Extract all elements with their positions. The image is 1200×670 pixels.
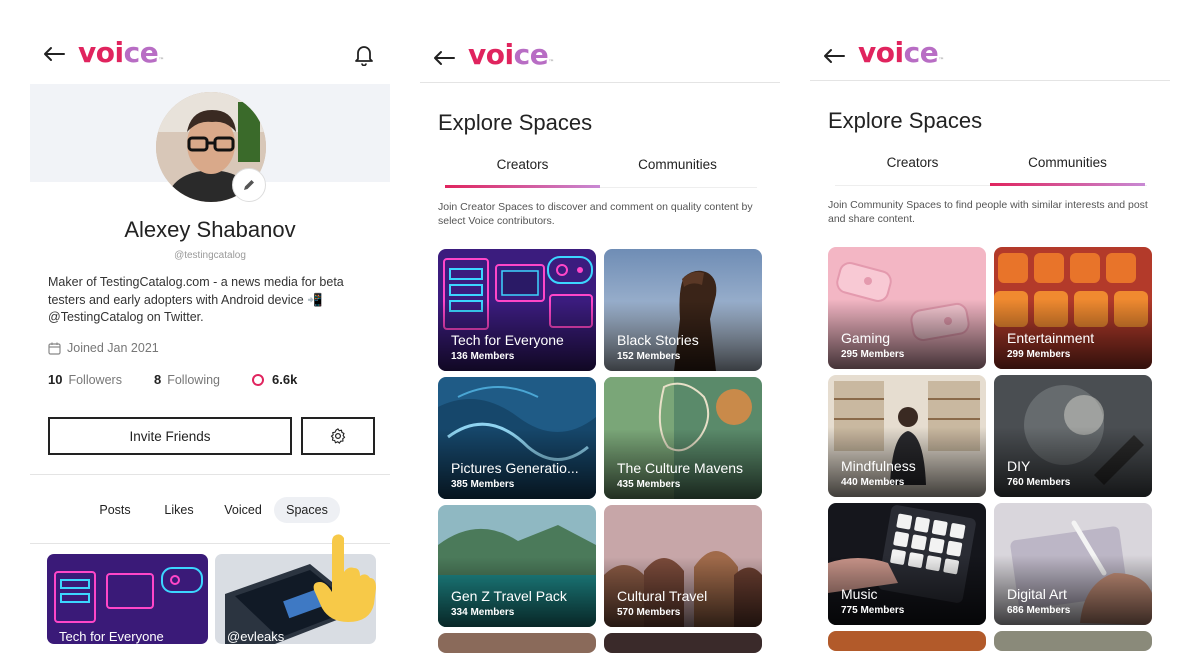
followers-count: 10 <box>48 372 63 387</box>
points-value: 6.6k <box>272 372 298 387</box>
back-arrow-icon[interactable] <box>822 44 846 68</box>
space-card-tech-for-everyone[interactable]: Tech for Everyone 136 Members <box>438 249 596 371</box>
space-card-culture-mavens[interactable]: The Culture Mavens 435 Members <box>604 377 762 499</box>
space-card-pictures-generation[interactable]: Pictures Generatio... 385 Members <box>438 377 596 499</box>
active-tab-indicator <box>990 183 1145 186</box>
card-title: Gaming <box>841 330 891 346</box>
card-title: Cultural Travel <box>617 588 708 604</box>
space-thumb-title: Tech for Everyone <box>59 629 164 644</box>
header-divider <box>420 82 780 83</box>
explore-creators-screen: voice™ Explore Spaces Creators Communiti… <box>420 0 780 670</box>
card-members: 299 Members <box>1007 349 1071 360</box>
tab-communities[interactable]: Communities <box>600 157 755 172</box>
space-card-mindfulness[interactable]: Mindfulness 440 Members <box>828 375 986 497</box>
profile-screen: voice™ Alexey Shabanov @testingcatalog M… <box>30 0 390 670</box>
joined-date: Joined Jan 2021 <box>48 341 159 355</box>
card-title: DIY <box>1007 458 1031 474</box>
joined-label: Joined Jan 2021 <box>67 341 159 355</box>
profile-handle: @testingcatalog <box>174 250 246 261</box>
profile-tabs: Posts Likes Voiced Spaces <box>30 497 390 523</box>
space-card-gaming[interactable]: Gaming 295 Members <box>828 247 986 369</box>
divider <box>30 543 390 544</box>
card-members: 385 Members <box>451 479 515 490</box>
card-title: Tech for Everyone <box>451 332 564 348</box>
card-members: 775 Members <box>841 605 905 616</box>
profile-bio: Maker of TestingCatalog.com - a news med… <box>48 275 344 324</box>
space-thumb-tech[interactable]: Tech for Everyone <box>47 554 208 644</box>
tab-creators[interactable]: Creators <box>835 155 990 170</box>
card-title: Gen Z Travel Pack <box>451 588 567 604</box>
gear-icon <box>330 428 346 444</box>
space-card-partial[interactable] <box>438 633 596 653</box>
calendar-icon <box>48 342 61 355</box>
space-card-partial[interactable] <box>828 631 986 651</box>
space-thumb-title: @evleaks <box>227 629 285 644</box>
space-card-diy[interactable]: DIY 760 Members <box>994 375 1152 497</box>
voice-logo: voice™ <box>468 38 554 71</box>
divider <box>30 474 390 475</box>
tab-likes[interactable]: Likes <box>154 497 204 523</box>
card-title: Pictures Generatio... <box>451 460 579 476</box>
card-members: 435 Members <box>617 479 681 490</box>
page-title: Explore Spaces <box>828 108 983 133</box>
card-members: 152 Members <box>617 351 681 362</box>
profile-stats: 10 Followers 8 Following 6.6k <box>48 372 378 387</box>
section-description: Join Community Spaces to find people wit… <box>828 199 1148 225</box>
tab-posts[interactable]: Posts <box>90 497 140 523</box>
edit-avatar-button[interactable] <box>232 168 266 202</box>
page-title: Explore Spaces <box>438 110 593 135</box>
card-members: 334 Members <box>451 607 515 618</box>
pencil-icon <box>244 180 254 190</box>
following-stat[interactable]: 8 Following <box>154 372 220 387</box>
notification-bell-icon[interactable] <box>354 44 374 66</box>
space-card-cultural-travel[interactable]: Cultural Travel 570 Members <box>604 505 762 627</box>
space-thumb-evleaks[interactable]: @evleaks <box>215 554 376 644</box>
tab-communities[interactable]: Communities <box>990 155 1145 170</box>
section-description: Join Creator Spaces to discover and comm… <box>438 201 753 227</box>
back-arrow-icon[interactable] <box>432 46 456 70</box>
tab-creators[interactable]: Creators <box>445 157 600 172</box>
header-divider <box>810 80 1170 81</box>
card-members: 440 Members <box>841 477 905 488</box>
back-arrow-icon[interactable] <box>42 42 66 66</box>
voice-logo: voice™ <box>858 36 944 69</box>
tab-voiced[interactable]: Voiced <box>216 497 270 523</box>
card-title: The Culture Mavens <box>617 460 744 476</box>
voice-logo: voice™ <box>78 36 164 69</box>
space-card-gen-z-travel[interactable]: Gen Z Travel Pack 334 Members <box>438 505 596 627</box>
followers-stat[interactable]: 10 Followers <box>48 372 122 387</box>
space-card-music[interactable]: Music 775 Members <box>828 503 986 625</box>
card-title: Digital Art <box>1007 586 1067 602</box>
card-title: Music <box>841 586 878 602</box>
tab-spaces[interactable]: Spaces <box>274 497 340 523</box>
invite-friends-button[interactable]: Invite Friends <box>48 417 292 455</box>
explore-communities-screen: voice™ Explore Spaces Creators Communiti… <box>810 0 1170 670</box>
space-card-entertainment[interactable]: Entertainment 299 Members <box>994 247 1152 369</box>
card-members: 295 Members <box>841 349 905 360</box>
card-title: Mindfulness <box>841 458 916 474</box>
space-card-black-stories[interactable]: Black Stories 152 Members <box>604 249 762 371</box>
card-members: 570 Members <box>617 607 681 618</box>
card-members: 686 Members <box>1007 605 1071 616</box>
followers-label: Followers <box>68 372 122 387</box>
space-card-partial[interactable] <box>604 633 762 653</box>
settings-button[interactable] <box>301 417 375 455</box>
card-title: Entertainment <box>1007 330 1095 346</box>
card-members: 760 Members <box>1007 477 1071 488</box>
space-card-digital-art[interactable]: Digital Art 686 Members <box>994 503 1152 625</box>
space-card-partial[interactable] <box>994 631 1152 651</box>
following-label: Following <box>167 372 221 387</box>
points-stat: 6.6k <box>252 372 303 387</box>
following-count: 8 <box>153 372 162 387</box>
profile-name: Alexey Shabanov <box>124 217 296 242</box>
points-ring-icon <box>252 373 265 386</box>
card-title: Black Stories <box>617 332 699 348</box>
card-members: 136 Members <box>451 351 515 362</box>
active-tab-indicator <box>445 185 600 188</box>
